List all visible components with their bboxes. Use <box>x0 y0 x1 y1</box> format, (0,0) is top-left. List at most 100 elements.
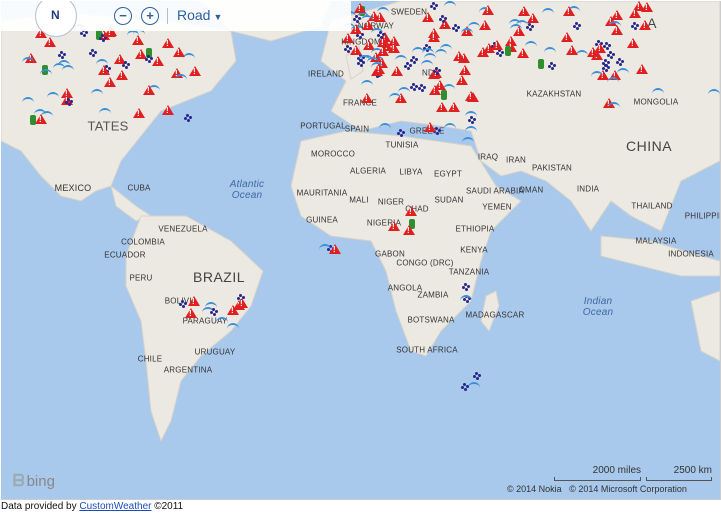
rain-icon[interactable] <box>575 22 578 25</box>
wave-icon[interactable] <box>319 244 331 254</box>
wave-icon[interactable] <box>421 60 433 70</box>
warning-icon[interactable] <box>342 33 354 43</box>
wave-icon[interactable] <box>22 97 34 107</box>
rain-icon[interactable] <box>470 116 473 119</box>
wave-icon[interactable] <box>468 382 480 392</box>
warning-icon[interactable] <box>518 6 530 16</box>
storm-icon[interactable] <box>505 46 511 56</box>
warning-icon[interactable] <box>391 66 403 76</box>
wave-icon[interactable] <box>58 60 70 70</box>
rain-icon[interactable] <box>181 300 184 303</box>
warning-icon[interactable] <box>350 45 362 55</box>
warning-icon[interactable] <box>563 6 575 16</box>
zoom-out-button[interactable]: − <box>114 7 132 25</box>
warning-icon[interactable] <box>636 64 648 74</box>
rain-icon[interactable] <box>604 64 607 67</box>
rain-icon[interactable] <box>399 129 402 132</box>
wave-icon[interactable] <box>22 57 34 67</box>
warning-icon[interactable] <box>162 105 174 115</box>
warning-icon[interactable] <box>587 47 599 57</box>
warning-icon[interactable] <box>456 75 468 85</box>
wave-icon[interactable] <box>542 8 554 18</box>
warning-icon[interactable] <box>104 77 116 87</box>
warning-icon[interactable] <box>465 91 477 101</box>
wave-icon[interactable] <box>516 20 528 30</box>
wave-icon[interactable] <box>607 77 619 87</box>
warning-icon[interactable] <box>439 19 451 29</box>
rain-icon[interactable] <box>239 294 242 297</box>
rain-icon[interactable] <box>441 15 444 18</box>
rain-icon[interactable] <box>528 23 531 26</box>
wave-icon[interactable] <box>591 71 603 81</box>
wave-icon[interactable] <box>608 102 620 112</box>
wave-icon[interactable] <box>379 123 391 133</box>
warning-icon[interactable] <box>373 64 385 74</box>
rain-icon[interactable] <box>67 98 70 101</box>
wave-icon[interactable] <box>96 59 108 69</box>
wave-icon[interactable] <box>652 88 664 98</box>
rain-icon[interactable] <box>355 15 358 18</box>
rain-icon[interactable] <box>412 83 415 86</box>
warning-icon[interactable] <box>517 48 529 58</box>
wave-icon[interactable] <box>41 111 53 121</box>
map-canvas[interactable]: BRAZIL CHINA SWEDEN NORWAY KINGDOM IRELA… <box>1 1 721 500</box>
wave-icon[interactable] <box>617 68 629 78</box>
wave-icon[interactable] <box>99 108 111 118</box>
warning-icon[interactable] <box>424 122 436 132</box>
storm-icon[interactable] <box>538 59 544 69</box>
wave-icon[interactable] <box>127 30 139 40</box>
rain-icon[interactable] <box>60 51 63 54</box>
wave-icon[interactable] <box>465 126 477 136</box>
rain-icon[interactable] <box>454 24 457 27</box>
warning-icon[interactable] <box>388 221 400 231</box>
rain-icon[interactable] <box>604 59 607 62</box>
rain-icon[interactable] <box>406 62 409 65</box>
wave-icon[interactable] <box>40 69 52 79</box>
warning-icon[interactable] <box>44 37 56 47</box>
warning-icon[interactable] <box>428 32 440 42</box>
wave-icon[interactable] <box>91 89 103 99</box>
wave-icon[interactable] <box>708 89 720 99</box>
wave-icon[interactable] <box>440 44 452 54</box>
warning-icon[interactable] <box>477 47 489 57</box>
wave-icon[interactable] <box>361 80 373 90</box>
warning-icon[interactable] <box>639 20 651 30</box>
warning-icon[interactable] <box>236 298 248 308</box>
warning-icon[interactable] <box>627 38 639 48</box>
warning-icon[interactable] <box>566 45 578 55</box>
wave-icon[interactable] <box>462 137 474 147</box>
warning-icon[interactable] <box>611 10 623 20</box>
warning-icon[interactable] <box>436 102 448 112</box>
wave-icon[interactable] <box>389 93 401 103</box>
rain-icon[interactable] <box>147 55 150 58</box>
rain-icon[interactable] <box>618 58 621 61</box>
wave-icon[interactable] <box>47 92 59 102</box>
rain-icon[interactable] <box>475 372 478 375</box>
rain-icon[interactable] <box>412 56 415 59</box>
rain-icon[interactable] <box>186 114 189 117</box>
wave-icon[interactable] <box>444 123 456 133</box>
wave-icon[interactable] <box>444 1 456 11</box>
warning-icon[interactable] <box>133 108 145 118</box>
rain-icon[interactable] <box>464 283 467 286</box>
rain-icon[interactable] <box>91 49 94 52</box>
rain-icon[interactable] <box>346 45 349 48</box>
warning-icon[interactable] <box>459 65 471 75</box>
rain-icon[interactable] <box>420 84 423 87</box>
warning-icon[interactable] <box>354 3 366 13</box>
wave-icon[interactable] <box>544 47 556 57</box>
wave-icon[interactable] <box>468 22 480 32</box>
warning-icon[interactable] <box>162 38 174 48</box>
warning-icon[interactable] <box>189 66 201 76</box>
rain-icon[interactable] <box>435 67 438 70</box>
warning-icon[interactable] <box>561 32 573 42</box>
warning-icon[interactable] <box>361 93 373 103</box>
wave-icon[interactable] <box>227 323 239 333</box>
warning-icon[interactable] <box>188 296 200 306</box>
customweather-link[interactable]: CustomWeather <box>79 501 151 512</box>
rain-icon[interactable] <box>124 61 127 64</box>
wave-icon[interactable] <box>175 74 187 84</box>
wave-icon[interactable] <box>216 317 228 327</box>
warning-icon[interactable] <box>629 8 641 18</box>
warning-icon[interactable] <box>434 80 446 90</box>
